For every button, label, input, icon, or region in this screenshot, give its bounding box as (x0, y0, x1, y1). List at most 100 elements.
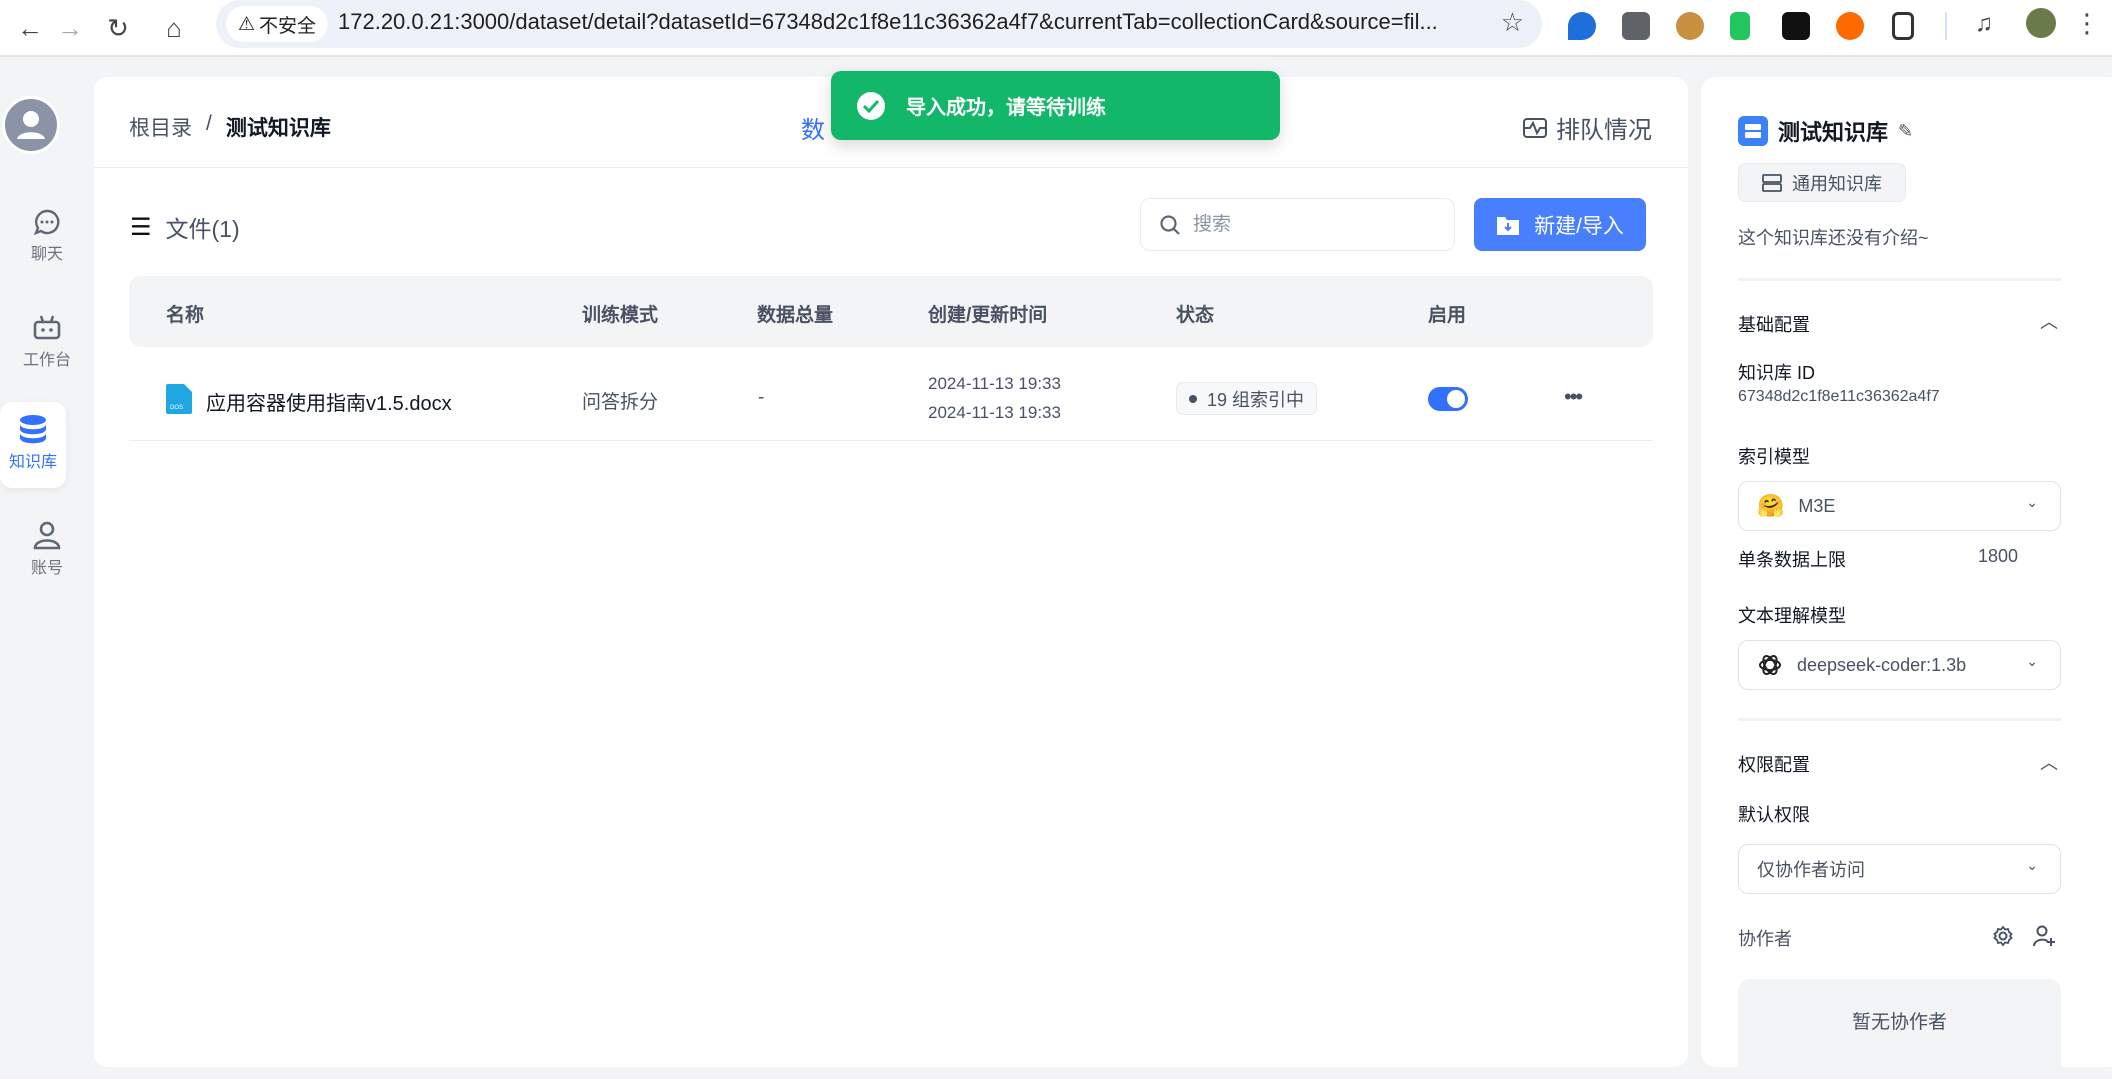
extensions-puzzle-icon[interactable] (1892, 12, 1914, 40)
dataset-type-tag: 通用知识库 (1738, 163, 1906, 202)
file-name-link[interactable]: 应用容器使用指南v1.5.docx (206, 387, 452, 416)
warning-icon: ⚠ (238, 13, 256, 35)
back-icon[interactable]: ← (12, 10, 48, 46)
row-divider (129, 440, 1653, 441)
url-text[interactable]: 172.20.0.21:3000/dataset/detail?datasetI… (338, 9, 1488, 35)
permission-config-heading[interactable]: 权限配置 (1738, 751, 1810, 777)
search-input[interactable] (1193, 213, 1433, 236)
breadcrumb: 根目录 / 测试知识库 (129, 112, 331, 142)
user-icon (17, 111, 45, 139)
dataset-id-value[interactable]: 67348d2c1f8e11c36362a4f7 (1738, 388, 1940, 406)
default-permission-select[interactable]: 仅协作者访问 ⌄ (1738, 844, 2061, 894)
success-toast: 导入成功，请等待训练 (831, 71, 1280, 140)
new-import-label: 新建/导入 (1534, 214, 1624, 238)
add-user-icon[interactable] (2032, 924, 2056, 948)
max-tokens-label: 单条数据上限 (1738, 550, 1846, 570)
sidebar-item-knowledge-base[interactable]: 知识库 (0, 402, 66, 488)
robot-icon (33, 315, 61, 340)
breadcrumb-separator: / (206, 112, 212, 135)
profile-avatar[interactable] (2026, 8, 2056, 38)
edit-icon[interactable]: ✎ (1898, 121, 1913, 142)
tab-data[interactable]: 数 (801, 110, 825, 145)
default-permission-label: 默认权限 (1738, 805, 1810, 825)
divider (1738, 278, 2061, 281)
enable-toggle[interactable] (1428, 387, 1468, 411)
extension-icon[interactable] (1568, 12, 1596, 40)
chevron-up-icon[interactable]: ︿ (2040, 749, 2058, 775)
reload-icon[interactable]: ↻ (100, 10, 136, 46)
divider (1738, 718, 2061, 721)
toolbar-divider (1945, 12, 1947, 40)
text-model-select[interactable]: deepseek-coder:1.3b ⌄ (1738, 640, 2061, 690)
browser-toolbar: ← → ↻ ⌂ ⚠ 不安全 172.20.0.21:3000/dataset/de… (0, 0, 2112, 57)
forward-icon[interactable]: → (52, 10, 88, 46)
chat-bubble-icon (33, 209, 60, 236)
queue-label: 排队情况 (1556, 117, 1652, 144)
training-mode: 问答拆分 (582, 392, 659, 413)
updated-time: 2024-11-13 19:33 (928, 403, 1061, 422)
settings-gear-icon[interactable] (1992, 925, 2014, 947)
data-count: - (758, 387, 765, 408)
collaborators-label: 协作者 (1738, 929, 1792, 949)
column-header-count: 数据总量 (757, 305, 834, 326)
dataset-icon (1738, 116, 1768, 146)
site-info-button[interactable]: ⚠ 不安全 (226, 6, 329, 42)
search-field[interactable] (1140, 198, 1455, 251)
folder-download-icon (1497, 216, 1520, 235)
toast-message: 导入成功，请等待训练 (906, 97, 1106, 119)
queue-status-button[interactable]: 排队情况 (1522, 110, 1652, 145)
svg-text:DOS: DOS (170, 405, 183, 411)
cookie-extension-icon[interactable] (1676, 12, 1704, 40)
sidebar-label: 工作台 (22, 352, 71, 369)
sidebar-item-account[interactable]: 账号 (0, 520, 94, 578)
type-tag-label: 通用知识库 (1792, 173, 1882, 194)
user-avatar[interactable] (2, 96, 60, 154)
empty-collaborators-text: 暂无协作者 (1851, 1012, 1947, 1033)
dataset-id-label: 知识库 ID (1738, 363, 1816, 383)
default-permission-value: 仅协作者访问 (1757, 860, 1865, 880)
chevron-down-icon: ⌄ (2026, 653, 2038, 669)
basic-config-heading[interactable]: 基础配置 (1738, 311, 1810, 337)
extension-icon[interactable] (1836, 12, 1864, 40)
more-options-icon[interactable]: ••• (1564, 384, 1583, 410)
index-model-value: M3E (1798, 495, 1836, 516)
header-divider (94, 167, 1688, 168)
sidebar-label: 聊天 (30, 246, 63, 263)
column-header-enabled: 启用 (1428, 305, 1467, 326)
sidebar-item-chat[interactable]: 聊天 (0, 208, 94, 264)
person-icon (33, 521, 61, 550)
sidebar-label: 账号 (30, 560, 63, 577)
activity-icon (1523, 117, 1547, 138)
status-text: 19 组索引中 (1207, 389, 1305, 410)
bookmark-star-icon[interactable]: ☆ (1501, 7, 1524, 38)
files-title: 文件(1) (165, 216, 240, 242)
home-icon[interactable]: ⌂ (156, 10, 192, 46)
sidebar-label: 知识库 (8, 454, 57, 471)
media-control-icon[interactable]: ♫ (1975, 10, 1993, 38)
chevron-down-icon: ⌄ (2026, 494, 2038, 510)
breadcrumb-current: 测试知识库 (225, 117, 331, 140)
database-icon (20, 415, 46, 444)
new-import-button[interactable]: 新建/导入 (1474, 198, 1646, 251)
extension-icon[interactable] (1622, 12, 1650, 40)
chevron-up-icon[interactable]: ︿ (2040, 308, 2058, 334)
dataset-intro[interactable]: 这个知识库还没有介绍~ (1738, 224, 1929, 250)
index-model-select[interactable]: 🤗 M3E ⌄ (1738, 481, 2061, 531)
address-bar[interactable]: ⚠ 不安全 172.20.0.21:3000/dataset/detail?dat… (216, 0, 1542, 48)
sidebar-item-workbench[interactable]: 工作台 (0, 314, 94, 370)
text-model-label: 文本理解模型 (1738, 606, 1846, 626)
storage-icon (1762, 173, 1782, 192)
breadcrumb-root[interactable]: 根目录 (129, 112, 192, 142)
max-tokens-value: 1800 (1978, 546, 2019, 566)
column-header-time: 创建/更新时间 (928, 305, 1048, 326)
text-model-value: deepseek-coder:1.3b (1797, 654, 1967, 675)
created-time: 2024-11-13 19:33 (928, 374, 1061, 393)
panel-title-row: 测试知识库 ✎ (1738, 115, 1913, 147)
extension-icon[interactable] (1730, 12, 1750, 40)
hugging-face-icon: 🤗 (1757, 493, 1785, 518)
insecure-label: 不安全 (259, 15, 317, 37)
menu-kebab-icon[interactable]: ⋮ (2074, 8, 2100, 39)
status-dot-icon (1189, 394, 1197, 403)
extension-icon[interactable] (1782, 12, 1810, 40)
table-header (129, 276, 1653, 347)
